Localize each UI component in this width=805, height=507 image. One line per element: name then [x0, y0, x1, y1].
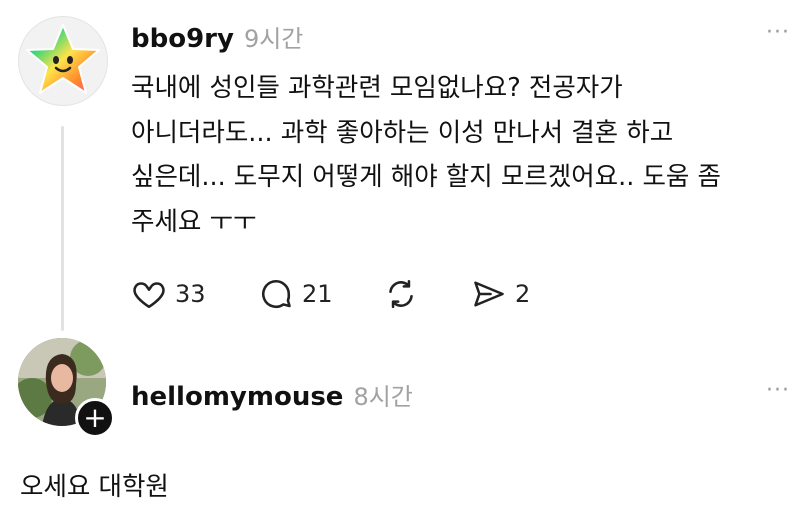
like-count: 33: [175, 280, 206, 308]
rainbow-star-avatar: [26, 24, 100, 94]
repost-icon: [389, 279, 413, 309]
post-time: 9시간: [243, 25, 304, 53]
post-more-icon[interactable]: ···: [766, 20, 790, 45]
reply-time: 8시간: [353, 383, 413, 411]
share-count: 2: [515, 280, 531, 308]
heart-icon: [133, 282, 165, 309]
repost-button[interactable]: [383, 276, 419, 312]
share-button[interactable]: 2: [471, 276, 530, 312]
post-body: 국내에 성인들 과학관련 모임없나요? 전공자가 아니더라도... 과학 좋아하…: [131, 66, 781, 244]
comment-bubble-icon: [262, 280, 291, 308]
comment-button[interactable]: 21: [258, 276, 333, 312]
post-line: 싶은데... 도무지 어떻게 해야 할지 모르겠어요.. 도움 좀: [131, 162, 721, 192]
avatar-bbo9ry[interactable]: [18, 16, 108, 106]
comment-count: 21: [302, 280, 333, 308]
reply-body: 오세요 대학원: [20, 472, 169, 502]
like-button[interactable]: 33: [131, 276, 206, 312]
post-line: 주세요 ㅜㅜ: [131, 206, 257, 237]
reply-header: hellomymouse 8시간: [131, 377, 413, 412]
reply-more-icon[interactable]: ···: [766, 378, 790, 403]
post-line: 국내에 성인들 과학관련 모임없나요? 전공자가: [131, 73, 623, 103]
post-header: bbo9ry 9시간: [131, 19, 303, 54]
thread-connector-line: [61, 126, 64, 331]
reply-username[interactable]: hellomymouse: [131, 382, 343, 412]
post-line: 아니더라도... 과학 좋아하는 이성 만나서 결혼 하고: [131, 117, 674, 148]
follow-plus-button[interactable]: +: [75, 398, 115, 438]
post-username[interactable]: bbo9ry: [131, 24, 234, 54]
send-icon: [474, 281, 504, 307]
